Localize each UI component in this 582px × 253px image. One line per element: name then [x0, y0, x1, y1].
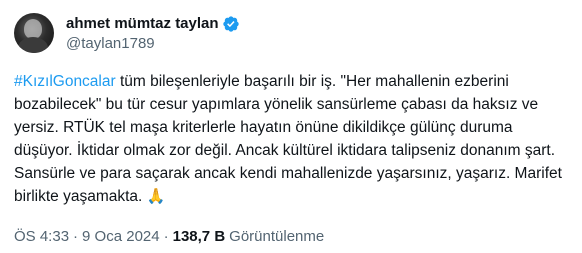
hashtag-link[interactable]: #KızılGoncalar — [14, 73, 116, 90]
verified-badge-icon — [222, 16, 239, 32]
tweet-date[interactable]: 9 Oca 2024 — [82, 227, 160, 247]
author-identity: ahmet mümtaz taylan @taylan1789 — [66, 10, 240, 54]
avatar[interactable] — [14, 13, 54, 53]
tweet-text: #KızılGoncalar tüm bileşenleriyle başarı… — [14, 70, 570, 208]
praying-hands-emoji-icon: 🙏 — [146, 188, 166, 205]
author-handle[interactable]: @taylan1789 — [66, 34, 240, 54]
meta-separator: · — [73, 228, 79, 245]
tweet-header: ahmet mümtaz taylan @taylan1789 — [14, 10, 568, 58]
tweet-meta: ÖS 4:33 · 9 Oca 2024 · 138,7 B Görüntüle… — [14, 227, 324, 247]
name-row: ahmet mümtaz taylan — [66, 14, 240, 34]
views-count: 138,7 B — [172, 228, 226, 245]
tweet: ahmet mümtaz taylan @taylan1789 #KızılGo… — [0, 0, 582, 253]
meta-separator: · — [163, 228, 169, 245]
tweet-time[interactable]: ÖS 4:33 — [14, 227, 69, 247]
views-label: Görüntülenme — [229, 228, 325, 245]
tweet-text-content: tüm bileşenleriyle başarılı bir iş. "Her… — [14, 73, 562, 205]
author-display-name[interactable]: ahmet mümtaz taylan — [66, 14, 219, 34]
